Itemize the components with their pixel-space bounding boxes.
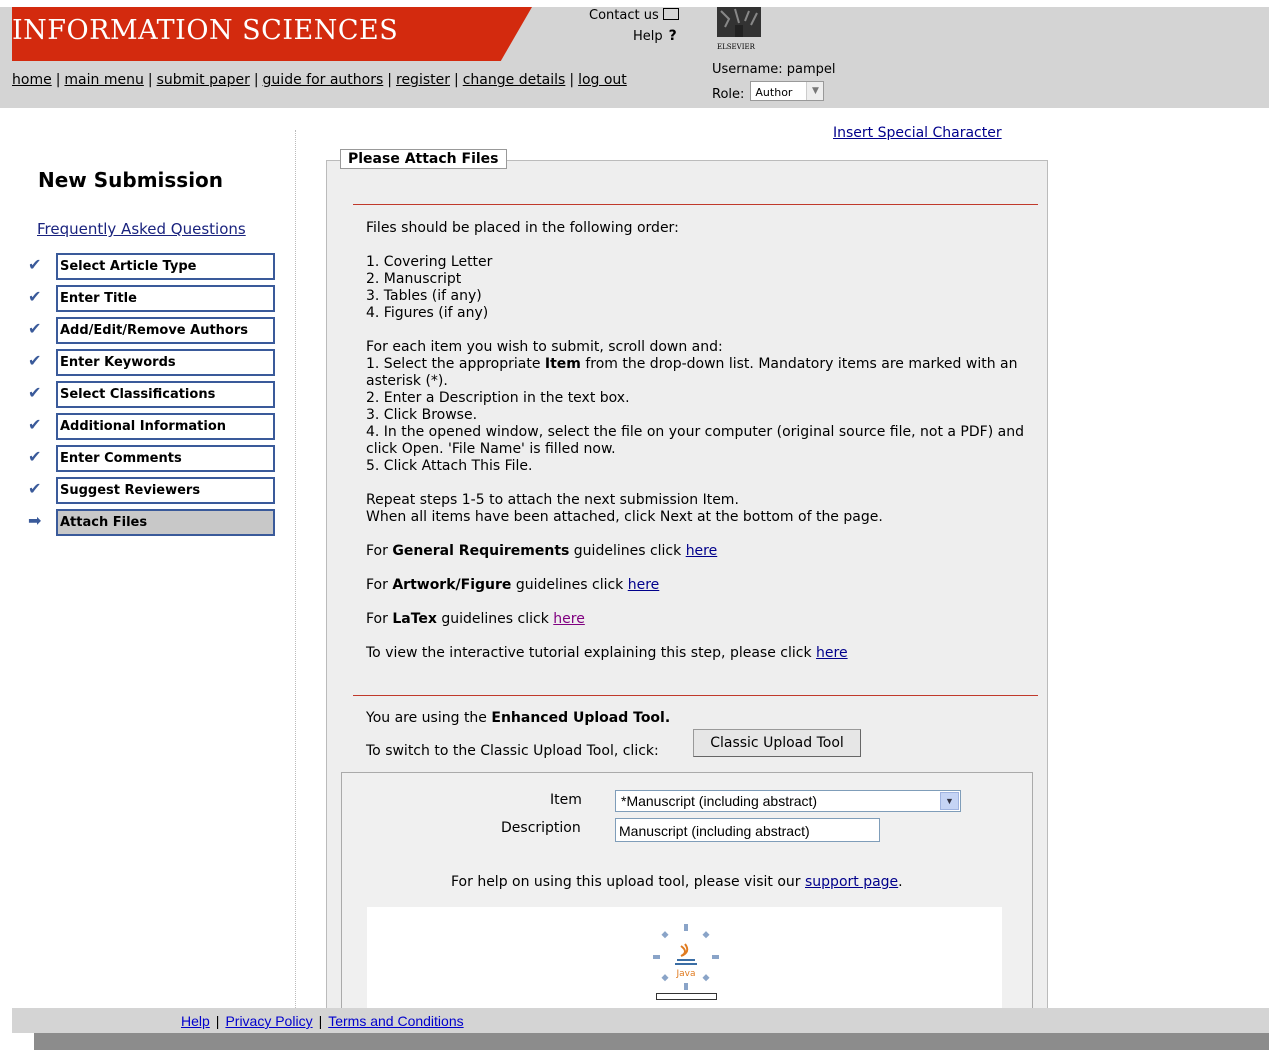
- help-link[interactable]: Help?: [633, 28, 677, 44]
- arrow-right-icon: ➡: [28, 511, 42, 530]
- upload-tool-text: You are using the Enhanced Upload Tool.: [366, 710, 671, 726]
- repeat-text: Repeat steps 1-5 to attach the next subm…: [366, 492, 739, 508]
- order-item: 3. Tables (if any): [366, 288, 482, 304]
- general-requirements-text: For General Requirements guidelines clic…: [366, 543, 718, 559]
- nav-register[interactable]: register: [396, 72, 450, 88]
- support-page-link[interactable]: support page: [805, 874, 898, 890]
- chevron-down-icon: ▼: [806, 82, 824, 100]
- check-icon: ✔: [28, 319, 42, 338]
- footer-links: Help | Privacy Policy | Terms and Conditions: [181, 1013, 464, 1029]
- check-icon: ✔: [28, 415, 42, 434]
- divider: [353, 204, 1038, 205]
- nav-change-details[interactable]: change details: [463, 72, 566, 88]
- latex-guidelines-link[interactable]: here: [553, 611, 585, 627]
- envelope-icon: [662, 8, 679, 20]
- step-label[interactable]: Add/Edit/Remove Authors: [56, 317, 275, 344]
- step-label[interactable]: Enter Title: [56, 285, 275, 312]
- top-navigation: home | main menu | submit paper | guide for au…: [12, 72, 627, 88]
- step5-text: 5. Click Attach This File.: [366, 458, 533, 474]
- help-label[interactable]: Help: [633, 29, 663, 44]
- step2-text: 2. Enter a Description in the text box.: [366, 390, 630, 406]
- tutorial-link[interactable]: here: [816, 645, 848, 661]
- sidebar-divider: [295, 130, 296, 1010]
- check-icon: ✔: [28, 383, 42, 402]
- check-icon: ✔: [28, 479, 42, 498]
- each-item-text: For each item you wish to submit, scroll…: [366, 339, 723, 355]
- order-item: 1. Covering Letter: [366, 254, 493, 270]
- item-select-value: *Manuscript (including abstract): [621, 793, 818, 809]
- check-icon: ✔: [28, 447, 42, 466]
- nav-home[interactable]: home: [12, 72, 52, 88]
- contact-link[interactable]: Contact us: [589, 7, 679, 23]
- step-label[interactable]: Enter Keywords: [56, 349, 275, 376]
- footer-privacy-link[interactable]: Privacy Policy: [225, 1013, 312, 1029]
- step-label[interactable]: Select Classifications: [56, 381, 275, 408]
- user-info: Username: pampel Role: Author ▼: [712, 61, 836, 103]
- role-label: Role:: [712, 87, 745, 102]
- general-requirements-link[interactable]: here: [686, 543, 718, 559]
- tutorial-text: To view the interactive tutorial explain…: [366, 645, 848, 661]
- chevron-down-icon[interactable]: ▼: [940, 792, 959, 810]
- divider: [353, 695, 1038, 696]
- step-label[interactable]: Enter Comments: [56, 445, 275, 472]
- check-icon: ✔: [28, 255, 42, 274]
- instructions: Files should be placed in the following …: [366, 220, 1026, 662]
- role-value: Author: [755, 86, 793, 99]
- java-loading-icon: Java: [653, 924, 719, 990]
- item-label: Item: [550, 792, 582, 808]
- insert-special-character-link[interactable]: Insert Special Character: [833, 125, 1002, 141]
- switch-tool-text: To switch to the Classic Upload Tool, cl…: [366, 743, 659, 759]
- nav-log-out[interactable]: log out: [578, 72, 627, 88]
- step-label[interactable]: Suggest Reviewers: [56, 477, 275, 504]
- journal-title: INFORMATION SCIENCES: [12, 15, 399, 46]
- item-select[interactable]: *Manuscript (including abstract) ▼: [615, 790, 961, 812]
- username-label: Username:: [712, 62, 783, 77]
- header-bar: INFORMATION SCIENCES Contact us Help? EL…: [0, 7, 1269, 108]
- repeat-text: When all items have been attached, click…: [366, 509, 883, 525]
- latex-text: For LaTex guidelines click here: [366, 611, 585, 627]
- nav-guide-for-authors[interactable]: guide for authors: [263, 72, 384, 88]
- applet-progress-bar: [656, 993, 717, 1000]
- artwork-text: For Artwork/Figure guidelines click here: [366, 577, 660, 593]
- check-icon: ✔: [28, 351, 42, 370]
- support-text: For help on using this upload tool, plea…: [451, 874, 903, 890]
- svg-text:Java: Java: [675, 969, 695, 979]
- username-value: pampel: [786, 62, 836, 77]
- artwork-guidelines-link[interactable]: here: [628, 577, 660, 593]
- order-item: 4. Figures (if any): [366, 305, 489, 321]
- footer-terms-link[interactable]: Terms and Conditions: [328, 1013, 463, 1029]
- step-label[interactable]: Attach Files: [56, 509, 275, 536]
- step-label[interactable]: Select Article Type: [56, 253, 275, 280]
- role-select[interactable]: Author ▼: [750, 81, 825, 101]
- faq-link[interactable]: Frequently Asked Questions: [37, 220, 246, 238]
- step-label[interactable]: Additional Information: [56, 413, 275, 440]
- step4-text: 4. In the opened window, select the file…: [366, 424, 1024, 457]
- publisher-name: ELSEVIER: [717, 43, 755, 51]
- step1-text: 1. Select the appropriate Item from the …: [366, 356, 1018, 389]
- check-icon: ✔: [28, 287, 42, 306]
- sidebar-title: New Submission: [38, 168, 224, 192]
- help-icon: ?: [668, 28, 677, 44]
- nav-submit-paper[interactable]: submit paper: [157, 72, 250, 88]
- nav-main-menu[interactable]: main menu: [64, 72, 143, 88]
- footer-bottom-bar: [34, 1033, 1269, 1050]
- classic-upload-tool-button[interactable]: Classic Upload Tool: [693, 729, 861, 757]
- footer-help-link[interactable]: Help: [181, 1013, 210, 1029]
- step3-text: 3. Click Browse.: [366, 407, 478, 423]
- description-input[interactable]: Manuscript (including abstract): [615, 818, 880, 842]
- description-label: Description: [501, 820, 581, 836]
- intro-text: Files should be placed in the following …: [366, 220, 679, 236]
- contact-label[interactable]: Contact us: [589, 8, 659, 23]
- panel-title: Please Attach Files: [340, 149, 507, 169]
- order-item: 2. Manuscript: [366, 271, 462, 287]
